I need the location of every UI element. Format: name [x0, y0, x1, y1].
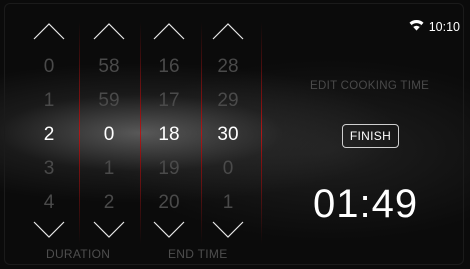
chevron-up-icon[interactable]: [153, 22, 185, 40]
picker-value[interactable]: 19: [140, 158, 198, 180]
column-separator: [261, 22, 262, 244]
picker-value[interactable]: 0: [199, 158, 257, 180]
picker-value[interactable]: 58: [80, 56, 138, 78]
status-bar: 10:10: [409, 19, 460, 34]
finish-button[interactable]: FINISH: [342, 124, 399, 148]
picker-value[interactable]: 1: [199, 192, 257, 214]
oven-screen: 0 1 2 3 4 58 59 0 1 2 16 17 18 19 20 28 …: [0, 0, 470, 269]
picker-value[interactable]: 20: [140, 192, 198, 214]
picker-value[interactable]: 3: [20, 158, 78, 180]
picker-value[interactable]: 4: [20, 192, 78, 214]
duration-hours-picker[interactable]: 0 1 2 3 4: [20, 18, 78, 248]
remaining-time-display: 01:49: [313, 182, 419, 226]
status-time: 10:10: [428, 19, 460, 34]
picker-value[interactable]: 2: [80, 192, 138, 214]
duration-label: DURATION: [46, 247, 111, 261]
picker-value[interactable]: 0: [20, 56, 78, 78]
picker-value[interactable]: 28: [199, 56, 257, 78]
chevron-down-icon[interactable]: [212, 221, 244, 239]
panel-title: EDIT COOKING TIME: [310, 80, 430, 92]
duration-minutes-picker[interactable]: 58 59 0 1 2: [80, 18, 138, 248]
chevron-down-icon[interactable]: [33, 221, 65, 239]
chevron-down-icon[interactable]: [93, 221, 125, 239]
end-hours-picker[interactable]: 16 17 18 19 20: [140, 18, 198, 248]
chevron-up-icon[interactable]: [212, 22, 244, 40]
picker-selected-value[interactable]: 18: [140, 124, 198, 146]
chevron-up-icon[interactable]: [33, 22, 65, 40]
chevron-up-icon[interactable]: [93, 22, 125, 40]
picker-value[interactable]: 1: [20, 90, 78, 112]
picker-value[interactable]: 17: [140, 90, 198, 112]
picker-value[interactable]: 29: [199, 90, 257, 112]
picker-value[interactable]: 16: [140, 56, 198, 78]
picker-selected-value[interactable]: 30: [199, 124, 257, 146]
picker-value[interactable]: 59: [80, 90, 138, 112]
chevron-down-icon[interactable]: [153, 221, 185, 239]
picker-selected-value[interactable]: 0: [80, 124, 138, 146]
end-time-label: END TIME: [168, 247, 228, 261]
picker-selected-value[interactable]: 2: [20, 124, 78, 146]
picker-value[interactable]: 1: [80, 158, 138, 180]
end-minutes-picker[interactable]: 28 29 30 0 1: [199, 18, 257, 248]
wifi-icon: [409, 19, 424, 34]
